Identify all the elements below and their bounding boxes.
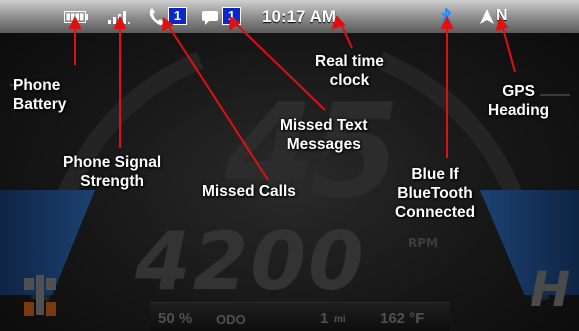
dashboard-screen: 45 4200 RPM H 50 % ODO 1 mi 162 °F 1 1 1… [0, 0, 579, 331]
callout-phone-signal: Phone Signal Strength [63, 154, 162, 190]
callout-real-time-clock: Real time clock [315, 53, 384, 89]
callout-missed-texts: Missed Text Messages [280, 117, 368, 153]
callout-bluetooth: Blue If BlueTooth Connected [395, 166, 476, 221]
callout-missed-calls: Missed Calls [202, 183, 296, 200]
callout-phone-battery: Phone Battery [13, 77, 67, 113]
callout-gps-heading: GPS Heading [488, 83, 550, 119]
